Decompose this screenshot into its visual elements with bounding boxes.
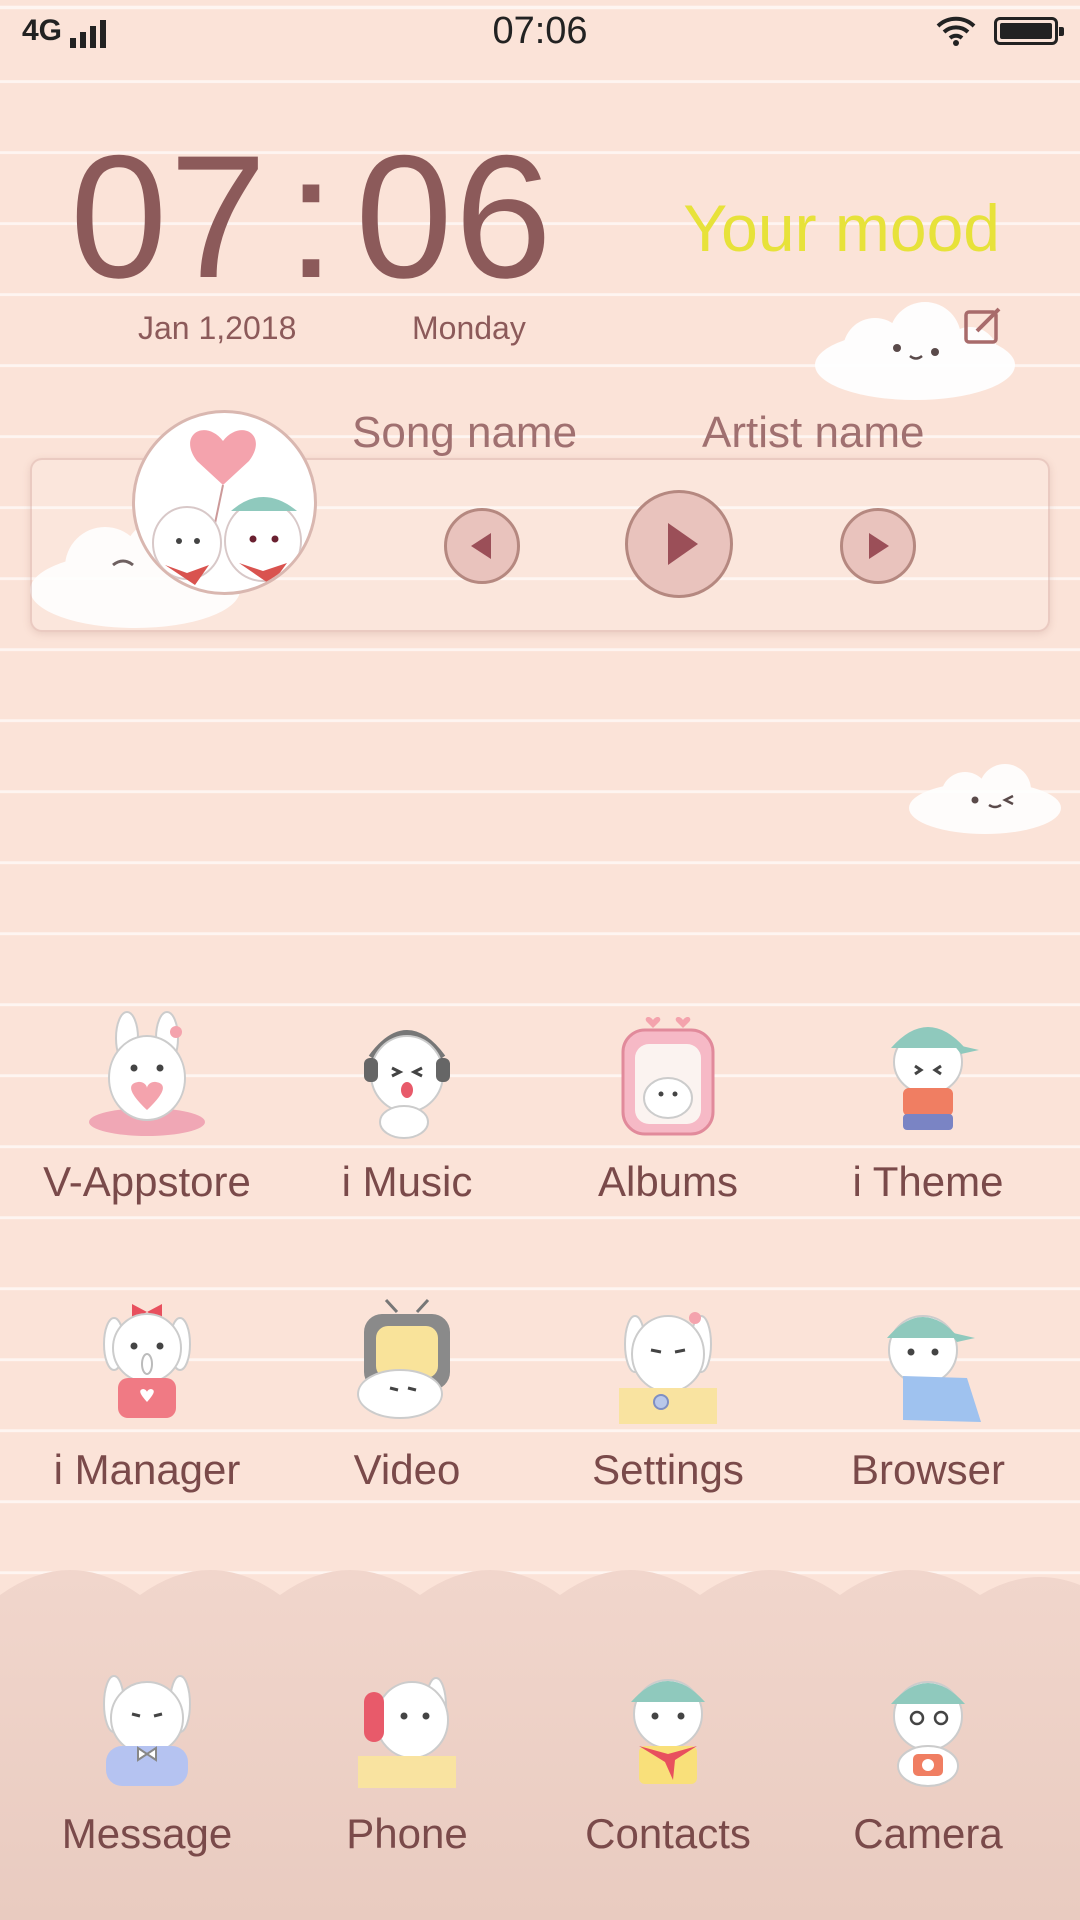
clock-minutes: 06 — [355, 120, 554, 315]
song-name: Song name — [352, 408, 578, 457]
bunny-cap-icon — [891, 1027, 979, 1130]
prev-icon — [471, 533, 491, 559]
app-video[interactable]: Video — [287, 1298, 527, 1494]
app-label: i Manager — [53, 1446, 241, 1493]
app-label: Albums — [597, 1158, 739, 1205]
app-label: Message — [61, 1810, 233, 1857]
play-icon — [668, 523, 698, 565]
battery-icon — [994, 17, 1064, 45]
next-icon — [869, 533, 889, 559]
date-label: Jan 1,2018 — [138, 310, 297, 346]
bunny-photo-frame-icon — [621, 1016, 715, 1136]
previous-button[interactable] — [444, 508, 520, 584]
app-v-appstore[interactable]: V-Appstore — [27, 1010, 267, 1206]
edit-icon[interactable] — [963, 305, 1003, 345]
dock-camera[interactable]: Camera — [808, 1662, 1048, 1858]
cloud-wink-icon — [909, 764, 1061, 834]
app-i-manager[interactable]: i Manager — [27, 1298, 267, 1494]
mood-text[interactable]: Your mood — [683, 190, 1000, 266]
status-icons — [936, 16, 1064, 46]
bunny-tv-icon — [357, 1298, 450, 1419]
clock-separator: : — [286, 120, 338, 315]
app-label: Video — [353, 1446, 461, 1493]
bunny-camera-icon — [891, 1681, 965, 1787]
wifi-icon — [936, 16, 976, 46]
status-bar: 4G 07:06 — [0, 0, 1080, 64]
status-time: 07:06 — [492, 10, 588, 52]
app-i-theme[interactable]: i Theme — [808, 1010, 1048, 1206]
bunny-headphones-icon — [364, 1030, 450, 1139]
bunny-cape-icon — [887, 1315, 981, 1422]
app-browser[interactable]: Browser — [808, 1298, 1048, 1494]
dock-message[interactable]: Message — [27, 1662, 267, 1858]
app-label: V-Appstore — [43, 1158, 251, 1205]
app-label: Camera — [853, 1810, 1003, 1857]
bunny-scarf-icon — [631, 1679, 705, 1784]
app-label: Contacts — [585, 1810, 751, 1857]
dock-contacts[interactable]: Contacts — [548, 1662, 788, 1858]
clock-display[interactable]: 07:06 — [70, 130, 554, 305]
app-label: i Theme — [852, 1158, 1004, 1205]
play-button[interactable] — [625, 490, 733, 598]
app-settings[interactable]: Settings — [548, 1298, 788, 1494]
bunny-couple-icon — [152, 430, 302, 585]
next-button[interactable] — [840, 508, 916, 584]
app-label: Phone — [346, 1810, 468, 1857]
album-art[interactable] — [132, 410, 317, 595]
dock-phone[interactable]: Phone — [287, 1662, 527, 1858]
artist-name: Artist name — [702, 408, 925, 457]
bunny-heart-icon — [89, 1011, 205, 1136]
app-label: Settings — [592, 1446, 744, 1493]
app-albums[interactable]: Albums — [548, 1010, 788, 1206]
bunny-desk-icon — [619, 1312, 717, 1424]
bunny-bow-icon — [103, 1304, 191, 1418]
clock-hours: 07 — [70, 120, 269, 315]
app-label: Browser — [850, 1446, 1006, 1493]
bunny-pillow-icon — [103, 1675, 191, 1786]
app-i-music[interactable]: i Music — [287, 1010, 527, 1206]
bunny-phone-icon — [358, 1677, 456, 1788]
app-label: i Music — [341, 1158, 473, 1205]
weekday-label: Monday — [412, 310, 526, 346]
